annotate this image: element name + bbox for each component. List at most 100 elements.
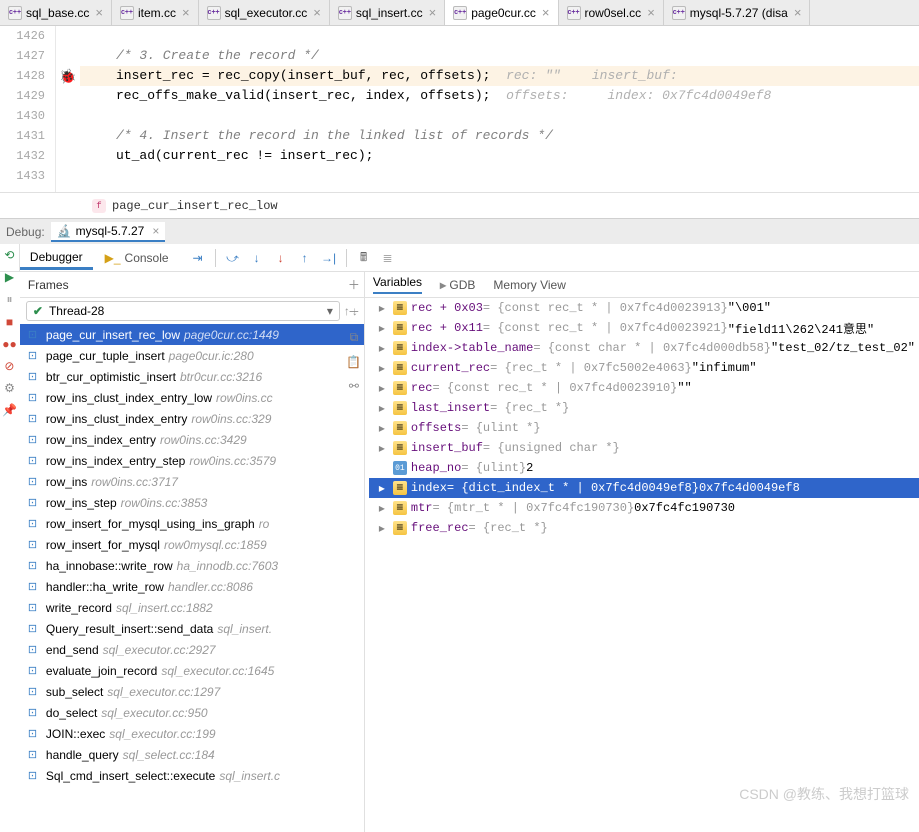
stack-frame[interactable]: ⊡end_send sql_executor.cc:2927 [20,639,364,660]
variable-row[interactable]: ▸≡insert_buf = {unsigned char *} [369,438,919,458]
variable-row[interactable]: ▸≡free_rec = {rec_t *} [369,518,919,538]
expand-arrow[interactable]: ▸ [379,481,393,496]
file-tab[interactable]: c++sql_insert.cc× [330,0,445,25]
variable-list[interactable]: ▸≡rec + 0x03 = {const rec_t * | 0x7fc4d0… [365,298,919,832]
tab-console[interactable]: ▶_Console [95,248,179,268]
stack-frame[interactable]: ⊡Query_result_insert::send_data sql_inse… [20,618,364,639]
stack-frame[interactable]: ⊡page_cur_tuple_insert page0cur.ic:280 [20,345,364,366]
stack-frame[interactable]: ⊡JOIN::exec sql_executor.cc:199 [20,723,364,744]
trace-button[interactable]: ≣ [377,247,399,269]
pin-button[interactable]: 📌 [0,403,18,417]
mute-breakpoints-button[interactable]: ⊘ [0,359,18,373]
close-icon[interactable]: × [182,5,190,20]
variable-row[interactable]: ▸≡mtr = {mtr_t * | 0x7fc4fc190730} 0x7fc… [369,498,919,518]
var-name: heap_no [411,461,461,475]
stack-frame[interactable]: ⊡row_ins_step row0ins.cc:3853 [20,492,364,513]
object-icon: ≡ [393,421,407,435]
stack-frame[interactable]: ⊡sub_select sql_executor.cc:1297 [20,681,364,702]
stack-frame[interactable]: ⊡do_select sql_executor.cc:950 [20,702,364,723]
expand-arrow[interactable] [379,461,393,475]
thread-selector[interactable]: ✔ Thread-28 ▾ [26,301,340,321]
stack-frame[interactable]: ⊡handler::ha_write_row handler.cc:8086 [20,576,364,597]
close-icon[interactable]: × [152,224,159,238]
tab-debugger[interactable]: Debugger [20,247,93,270]
stack-frame[interactable]: ⊡row_ins row0ins.cc:3717 [20,471,364,492]
step-over-button[interactable]: ⤻ [222,247,244,269]
file-tab[interactable]: c++item.cc× [112,0,199,25]
expand-arrow[interactable]: ▸ [379,401,393,416]
view-breakpoints-button[interactable]: ●● [0,337,18,351]
close-icon[interactable]: × [647,5,655,20]
object-icon: ≡ [393,401,407,415]
pause-button[interactable]: ⏸ [0,292,18,307]
settings-button[interactable]: ⚙ [0,381,18,395]
cpp-file-icon: c++ [338,6,352,20]
variable-row[interactable]: 01heap_no = {ulint} 2 [369,458,919,478]
close-icon[interactable]: × [95,5,103,20]
file-tab[interactable]: c++sql_base.cc× [0,0,112,25]
stack-frame[interactable]: ⊡handle_query sql_select.cc:184 [20,744,364,765]
stack-frame[interactable]: ⊡row_ins_index_entry row0ins.cc:3429 [20,429,364,450]
stack-frame[interactable]: ⊡Sql_cmd_insert_select::execute sql_inse… [20,765,364,786]
stack-frame[interactable]: ⊡row_insert_for_mysql_using_ins_graph ro [20,513,364,534]
file-tab[interactable]: c++mysql-5.7.27 (disa× [664,0,811,25]
frame-list[interactable]: ⊡page_cur_insert_rec_low page0cur.cc:144… [20,324,364,832]
var-name: rec [411,381,433,395]
code-area[interactable]: /* 3. Create the record */insert_rec = r… [80,26,919,192]
expand-arrow[interactable]: ▸ [379,381,393,396]
stack-frame[interactable]: ⊡row_ins_clust_index_entry row0ins.cc:32… [20,408,364,429]
variable-row[interactable]: ▸≡rec + 0x11 = {const rec_t * | 0x7fc4d0… [369,318,919,338]
stack-frame[interactable]: ⊡btr_cur_optimistic_insert btr0cur.cc:32… [20,366,364,387]
variable-row[interactable]: ▸≡rec = {const rec_t * | 0x7fc4d0023910}… [369,378,919,398]
file-tab[interactable]: c++sql_executor.cc× [199,0,330,25]
tab-memory[interactable]: Memory View [493,278,565,292]
frame-location: sql_executor.cc:199 [109,727,215,741]
stack-frame-icon: ⊡ [28,349,42,362]
stack-frame[interactable]: ⊡row_ins_clust_index_entry_low row0ins.c… [20,387,364,408]
show-execution-point-button[interactable]: ⇥ [187,247,209,269]
stack-frame[interactable]: ⊡row_insert_for_mysql row0mysql.cc:1859 [20,534,364,555]
breadcrumb[interactable]: f page_cur_insert_rec_low [0,192,919,218]
expand-arrow[interactable]: ▸ [379,361,393,376]
stack-frame[interactable]: ⊡write_record sql_insert.cc:1882 [20,597,364,618]
stop-button[interactable]: ■ [0,315,18,329]
close-icon[interactable]: × [313,5,321,20]
expand-arrow[interactable]: ▸ [379,441,393,456]
stack-frame[interactable]: ⊡evaluate_join_record sql_executor.cc:16… [20,660,364,681]
step-into-button[interactable]: ↓ [246,247,268,269]
close-icon[interactable]: × [429,5,437,20]
variable-row[interactable]: ▸≡offsets = {ulint *} [369,418,919,438]
expand-arrow[interactable]: ▸ [379,321,393,336]
primitive-icon: 01 [393,461,407,475]
variable-row[interactable]: ▸≡index->table_name = {const char * | 0x… [369,338,919,358]
variable-row[interactable]: ▸≡last_insert = {rec_t *} [369,398,919,418]
close-icon[interactable]: × [794,5,802,20]
stack-frame-icon: ⊡ [28,412,42,425]
expand-arrow[interactable]: ▸ [379,301,393,316]
rerun-button[interactable]: ⟲ [0,248,18,262]
file-tab[interactable]: c++page0cur.cc× [445,0,558,25]
tab-gdb[interactable]: ▸ GDB [440,278,475,292]
expand-arrow[interactable]: ▸ [379,421,393,436]
step-out-button[interactable]: ↑ [294,247,316,269]
expand-arrow[interactable]: ▸ [379,521,393,536]
evaluate-expression-button[interactable]: 🖩 [353,247,375,269]
stack-frame[interactable]: ⊡page_cur_insert_rec_low page0cur.cc:144… [20,324,364,345]
close-icon[interactable]: × [542,5,550,20]
variable-row[interactable]: ▸≡current_rec = {rec_t * | 0x7fc5002e406… [369,358,919,378]
run-to-cursor-button[interactable]: →| [318,247,340,269]
debug-config-tab[interactable]: 🔬 mysql-5.7.27 × [51,222,166,242]
tab-variables[interactable]: Variables [373,275,422,294]
stack-frame[interactable]: ⊡row_ins_index_entry_step row0ins.cc:357… [20,450,364,471]
variable-row[interactable]: ▸≡index = {dict_index_t * | 0x7fc4d0049e… [369,478,919,498]
force-step-into-button[interactable]: ↓ [270,247,292,269]
breakpoint-icon[interactable]: 🐞 [59,68,76,85]
variable-row[interactable]: ▸≡rec + 0x03 = {const rec_t * | 0x7fc4d0… [369,298,919,318]
resume-button[interactable]: ▶ [0,270,18,284]
frame-function: Query_result_insert::send_data [46,622,213,636]
stack-frame[interactable]: ⊡ha_innobase::write_row ha_innodb.cc:760… [20,555,364,576]
file-tab[interactable]: c++row0sel.cc× [559,0,664,25]
frame-function: page_cur_tuple_insert [46,349,165,363]
expand-arrow[interactable]: ▸ [379,501,393,516]
expand-arrow[interactable]: ▸ [379,341,393,356]
